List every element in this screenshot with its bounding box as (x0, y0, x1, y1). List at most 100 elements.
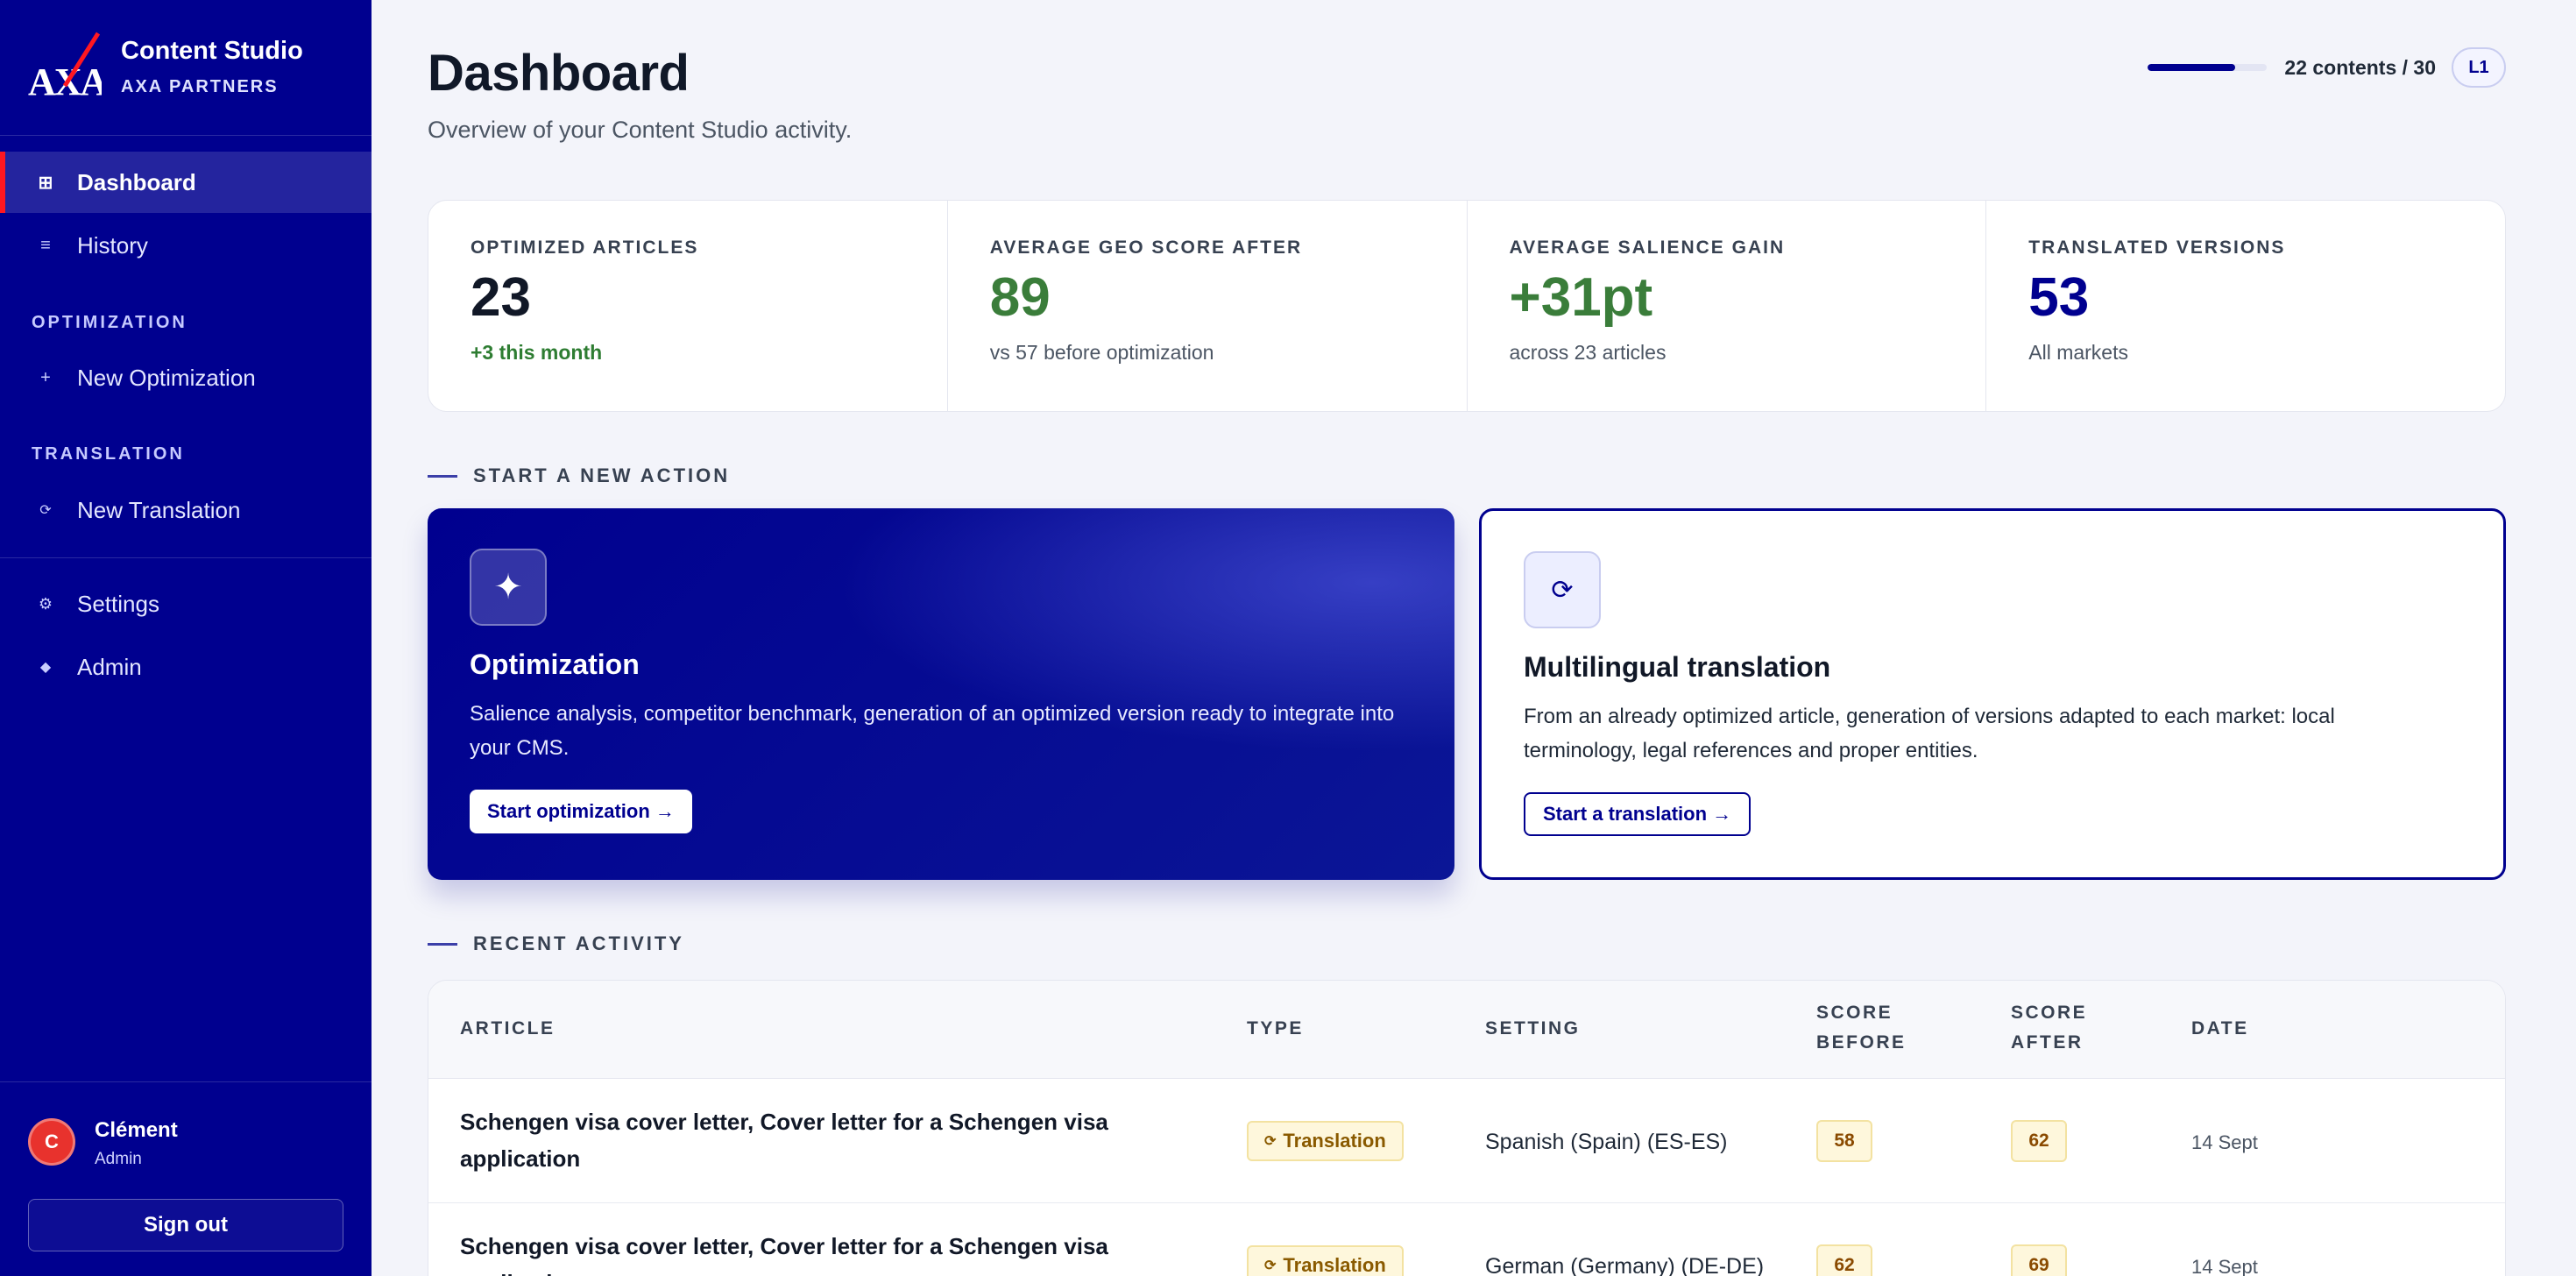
axa-logo: AXA (28, 32, 102, 100)
article-title[interactable]: Schengen visa cover letter, Cover letter… (460, 1103, 1178, 1177)
sidebar-divider (0, 135, 372, 136)
column-header-type[interactable]: TYPE (1247, 1014, 1304, 1044)
setting-value: German (Germany) (DE-DE) (1485, 1254, 1765, 1276)
stat-average-geo-score: AVERAGE GEO SCORE AFTER 89 vs 57 before … (948, 201, 1468, 411)
refresh-icon: ⟳ (39, 503, 52, 518)
section-dash (428, 942, 457, 946)
stat-label: TRANSLATED VERSIONS (2028, 237, 2286, 258)
svg-text:AXA: AXA (28, 60, 102, 100)
grid-icon: ⊞ (38, 173, 53, 193)
sidebar-item-dashboard[interactable]: ⊞ Dashboard (0, 152, 372, 213)
card-title: Optimization (470, 649, 640, 680)
sidebar-item-label: History (77, 231, 148, 259)
column-header-score-before[interactable]: SCORE BEFORE (1816, 998, 1930, 1058)
sidebar-divider (0, 557, 372, 558)
section-title-new-action: START A NEW ACTION (428, 464, 730, 487)
avatar: C (28, 1118, 75, 1166)
user-role: Admin (95, 1150, 142, 1168)
stat-note: +3 this month (471, 341, 603, 364)
page-subtitle: Overview of your Content Studio activity… (428, 117, 853, 143)
stat-label: AVERAGE GEO SCORE AFTER (989, 237, 1303, 258)
stat-note: vs 57 before optimization (989, 341, 1214, 364)
sidebar-item-history[interactable]: ≡ History (0, 215, 372, 276)
table-header: ARTICLE TYPE SETTING SCORE BEFORE SCORE … (428, 981, 2505, 1079)
quota-text: 22 contents / 30 (2284, 55, 2436, 79)
plus-icon: + (40, 367, 51, 387)
sidebar-item-label: New Translation (77, 496, 241, 523)
stats-panel: OPTIMIZED ARTICLES 23 +3 this month AVER… (428, 200, 2506, 412)
score-after-cell: 69 (2011, 1244, 2067, 1276)
sidebar-item-new-translation[interactable]: ⟳ New Translation (0, 479, 372, 541)
type-label: Translation (1283, 1254, 1386, 1276)
page-title: Dashboard (428, 45, 690, 102)
stat-translated-versions: TRANSLATED VERSIONS 53 All markets (1986, 201, 2505, 411)
refresh-icon: ⟳ (1264, 1258, 1277, 1273)
brand[interactable]: AXA Content Studio AXA PARTNERS (28, 32, 361, 102)
main-content: Dashboard Overview of your Content Studi… (372, 0, 2576, 1276)
translation-card[interactable]: ⟳ Multilingual translation From an alrea… (1479, 508, 2506, 880)
type-badge: ⟳ Translation (1247, 1245, 1404, 1276)
diamond-icon: ◆ (39, 660, 52, 675)
section-dash (428, 474, 457, 478)
score-after-badge: 62 (2011, 1120, 2067, 1162)
stat-note: across 23 articles (1509, 341, 1667, 364)
stat-value: +31pt (1509, 267, 1653, 328)
stat-label: OPTIMIZED ARTICLES (471, 237, 699, 258)
stat-average-salience-gain: AVERAGE SALIENCE GAIN +31pt across 23 ar… (1468, 201, 1987, 411)
score-before-cell: 62 (1816, 1244, 1872, 1276)
start-optimization-button[interactable]: Start optimization → (470, 790, 692, 833)
stat-value: 89 (989, 267, 1051, 328)
sidebar-item-label: Dashboard (77, 168, 196, 195)
stat-optimized-articles: OPTIMIZED ARTICLES 23 +3 this month (428, 201, 948, 411)
brand-name: Content Studio (121, 37, 303, 65)
quota-progress-bar (2148, 64, 2268, 71)
list-icon: ≡ (40, 235, 51, 255)
column-header-setting[interactable]: SETTING (1485, 1014, 1581, 1044)
recent-activity-table: ARTICLE TYPE SETTING SCORE BEFORE SCORE … (428, 980, 2506, 1276)
card-description: From an already optimized article, gener… (1524, 705, 2335, 762)
sign-out-button[interactable]: Sign out (28, 1199, 343, 1251)
sidebar-item-new-optimization[interactable]: + New Optimization (0, 347, 372, 408)
card-description: Salience analysis, competitor benchmark,… (470, 702, 1395, 760)
gear-icon: ⚙ (38, 594, 53, 613)
sidebar-item-settings[interactable]: ⚙ Settings (0, 573, 372, 634)
level-badge[interactable]: L1 (2452, 47, 2506, 88)
setting-value: Spanish (Spain) (ES-ES) (1485, 1130, 1728, 1154)
sidebar-item-admin[interactable]: ◆ Admin (0, 636, 372, 698)
card-title: Multilingual translation (1524, 651, 1831, 683)
type-badge: ⟳ Translation (1247, 1121, 1404, 1161)
refresh-icon: ⟳ (1264, 1134, 1277, 1149)
column-header-score-after[interactable]: SCORE AFTER (2011, 998, 2116, 1058)
score-after-cell: 62 (2011, 1120, 2067, 1162)
sidebar-item-label: Admin (77, 653, 142, 680)
brand-subtitle: AXA PARTNERS (121, 77, 279, 96)
section-title-recent-activity: RECENT ACTIVITY (428, 932, 684, 955)
optimization-card[interactable]: ✦ Optimization Salience analysis, compet… (428, 508, 1454, 880)
user-profile[interactable]: C Clément Admin (28, 1109, 352, 1176)
section-title-text: START A NEW ACTION (473, 464, 731, 486)
column-header-date[interactable]: DATE (2191, 1014, 2249, 1044)
sidebar-section-translation: TRANSLATION (32, 444, 185, 464)
article-title[interactable]: Schengen visa cover letter, Cover letter… (460, 1228, 1178, 1276)
column-header-article[interactable]: ARTICLE (460, 1014, 556, 1044)
table-row[interactable]: Schengen visa cover letter, Cover letter… (428, 1079, 2505, 1203)
stat-label: AVERAGE SALIENCE GAIN (1509, 237, 1786, 258)
table-row[interactable]: Schengen visa cover letter, Cover letter… (428, 1203, 2505, 1276)
sidebar-section-optimization: OPTIMIZATION (32, 313, 188, 332)
section-title-text: RECENT ACTIVITY (473, 932, 684, 954)
start-translation-button[interactable]: Start a translation → (1524, 792, 1752, 836)
date-value: 14 Sept (2191, 1256, 2258, 1276)
score-before-badge: 62 (1816, 1244, 1872, 1276)
sidebar-item-label: Settings (77, 590, 159, 617)
quota-progress-fill (2148, 64, 2236, 71)
sidebar-divider (0, 1081, 372, 1082)
score-before-cell: 58 (1816, 1120, 1872, 1162)
sidebar: AXA Content Studio AXA PARTNERS ⊞ Dashbo… (0, 0, 372, 1276)
quota-indicator: 22 contents / 30 L1 (2148, 47, 2506, 88)
sidebar-item-label: New Optimization (77, 364, 256, 391)
stat-value: 23 (471, 267, 531, 328)
stat-note: All markets (2028, 341, 2128, 364)
score-before-badge: 58 (1816, 1120, 1872, 1162)
stat-value: 53 (2028, 267, 2090, 328)
sparkle-icon: ✦ (470, 549, 547, 626)
